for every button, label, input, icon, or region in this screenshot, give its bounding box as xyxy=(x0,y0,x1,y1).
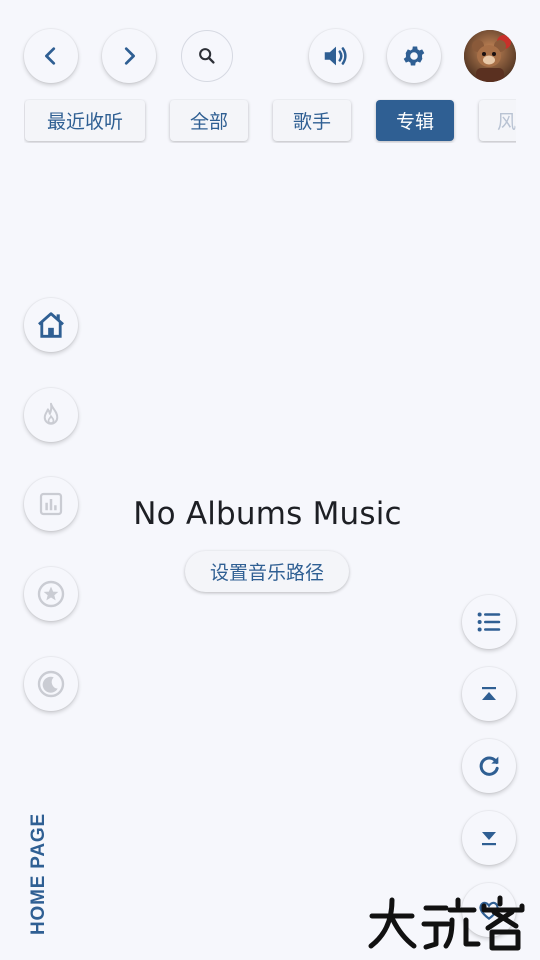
empty-state-title: No Albums Music xyxy=(133,496,402,532)
nav-night-button[interactable] xyxy=(24,657,78,711)
moon-icon xyxy=(37,670,65,698)
scroll-bottom-icon xyxy=(482,832,496,846)
avatar-image xyxy=(464,30,516,82)
volume-icon xyxy=(324,46,347,66)
nav-hot-button[interactable] xyxy=(24,388,78,442)
forward-button[interactable] xyxy=(102,29,156,83)
scroll-top-button[interactable] xyxy=(462,667,516,721)
refresh-button[interactable] xyxy=(462,739,516,793)
tab-artists[interactable]: 歌手 xyxy=(273,100,351,141)
watermark-logo xyxy=(368,895,525,951)
chevron-right-icon xyxy=(124,47,135,65)
tab-albums[interactable]: 专辑 xyxy=(376,100,454,141)
category-tabs: 最近收听 全部 歌手 专辑 风 xyxy=(24,99,516,143)
scroll-top-icon xyxy=(482,687,496,700)
search-icon xyxy=(199,48,215,64)
set-music-path-button[interactable]: 设置音乐路径 xyxy=(185,551,349,592)
back-button[interactable] xyxy=(24,29,78,83)
nav-home-button[interactable] xyxy=(24,298,78,352)
fire-icon xyxy=(43,402,59,425)
nav-favorites-button[interactable] xyxy=(24,567,78,621)
tab-style[interactable]: 风 xyxy=(479,100,516,141)
star-icon xyxy=(37,580,65,608)
settings-button[interactable] xyxy=(387,29,441,83)
home-icon xyxy=(38,312,64,338)
search-button[interactable] xyxy=(181,30,233,82)
tab-all[interactable]: 全部 xyxy=(170,100,248,141)
page-label: HOME PAGE xyxy=(28,813,49,935)
gear-icon xyxy=(403,46,425,66)
tab-recent[interactable]: 最近收听 xyxy=(25,100,145,141)
list-view-button[interactable] xyxy=(462,595,516,649)
list-icon xyxy=(477,612,501,632)
chevron-left-icon xyxy=(45,47,56,65)
scroll-bottom-button[interactable] xyxy=(462,811,516,865)
volume-button[interactable] xyxy=(309,29,363,83)
user-avatar[interactable] xyxy=(464,30,516,82)
refresh-icon xyxy=(479,756,499,776)
